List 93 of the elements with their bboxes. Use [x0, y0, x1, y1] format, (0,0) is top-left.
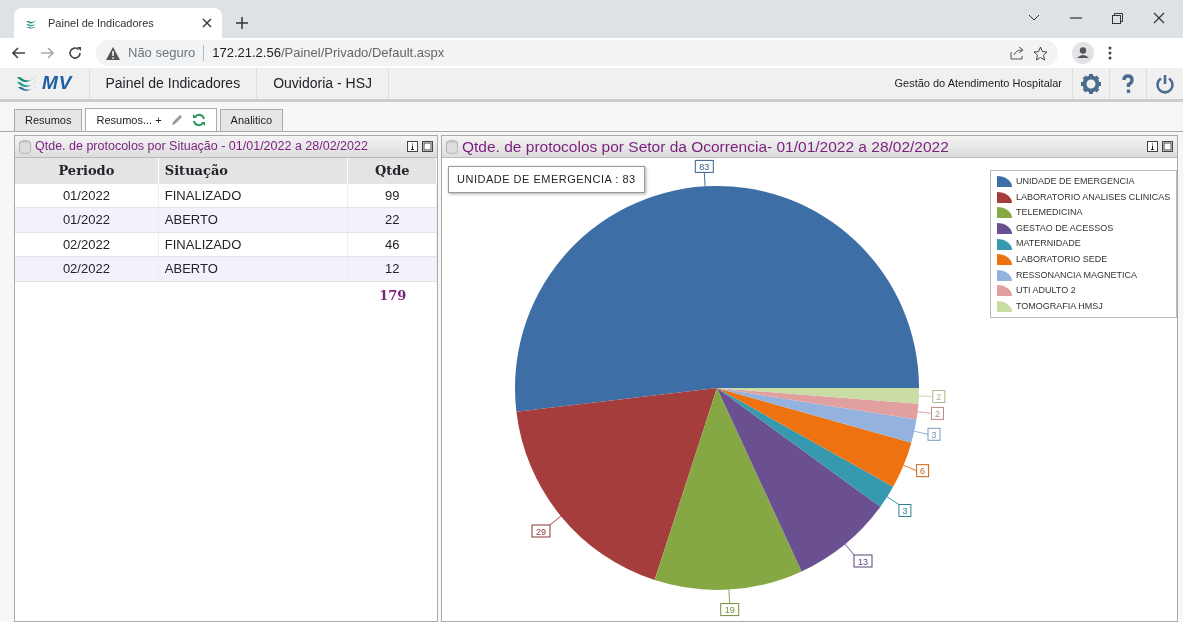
data-label: 3 — [931, 429, 937, 440]
table-cell: 02/2022 — [15, 256, 159, 281]
maximize-icon[interactable] — [1162, 141, 1173, 152]
new-tab-icon[interactable] — [236, 17, 248, 29]
close-icon[interactable] — [1153, 12, 1165, 24]
profile-icon[interactable] — [1072, 42, 1094, 64]
pie-slice[interactable] — [717, 388, 917, 443]
leader-line — [844, 543, 855, 556]
table-cell: FINALIZADO — [158, 183, 348, 208]
pie-slice[interactable] — [717, 388, 881, 572]
restore-icon[interactable] — [1112, 12, 1123, 24]
tab[interactable]: Resumos... + — [85, 108, 217, 131]
settings-icon[interactable] — [1081, 73, 1101, 94]
data-label: 29 — [535, 526, 547, 537]
table-cell: 02/2022 — [15, 232, 159, 257]
maximize-icon[interactable] — [422, 141, 433, 152]
pie-slice[interactable] — [717, 388, 919, 420]
app-title: Painel de Indicadores — [105, 74, 241, 93]
legend-label: RESSONANCIA MAGNETICA — [1016, 268, 1138, 282]
pie-slice[interactable] — [654, 388, 802, 590]
logo-text: MV — [42, 71, 73, 96]
star-icon[interactable] — [1033, 45, 1048, 61]
data-label: 3 — [927, 427, 941, 441]
info-icon[interactable] — [1147, 141, 1158, 152]
leader-line — [903, 464, 918, 472]
leader-line — [917, 411, 932, 414]
data-label: 2 — [932, 390, 946, 403]
legend-label: TOMOGRAFIA HMSJ — [1016, 299, 1103, 313]
leader-line — [703, 171, 706, 187]
table-cell: 01/2022 — [15, 183, 159, 208]
tab[interactable]: Resumos — [14, 109, 83, 131]
pie-slice[interactable] — [717, 388, 894, 507]
refresh-icon[interactable] — [191, 113, 206, 127]
share-icon[interactable] — [1010, 46, 1025, 60]
system-name: Gestão do Atendimento Hospitalar — [894, 76, 1062, 92]
leader-line — [913, 430, 929, 435]
table-cell: FINALIZADO — [158, 232, 348, 257]
pie-slice[interactable] — [516, 388, 717, 581]
legend-label: LABORATORIO ANALISES CLINICAS — [1016, 190, 1171, 204]
url-text: 172.21.2.56/Painel/Privado/Default.aspx — [212, 44, 445, 63]
legend-label: TELEMEDICINA — [1016, 206, 1083, 220]
info-icon[interactable] — [407, 141, 418, 152]
leader-line — [728, 589, 731, 605]
column-header: Situação — [158, 158, 348, 184]
data-label: 3 — [898, 504, 912, 517]
table-cell: 01/2022 — [15, 207, 159, 232]
chevron-down-icon[interactable] — [1028, 14, 1040, 22]
data-label: 13 — [853, 554, 873, 568]
chart-title: Qtde. de protocolos por Setor da Ocorrencia- 01/01/2022 a 28/02/2022 — [462, 136, 950, 157]
power-icon[interactable] — [1155, 73, 1175, 94]
table-cell: 46 — [347, 232, 437, 257]
leader-line — [549, 515, 562, 526]
data-label: 83 — [694, 159, 714, 173]
tooltip: UNIDADE DE EMERGENCIA : 83 — [448, 166, 645, 193]
leader-line — [886, 496, 900, 505]
column-header: Qtde — [347, 158, 437, 184]
data-label: 6 — [916, 464, 930, 478]
leader-line — [918, 395, 934, 397]
pie-slice[interactable] — [717, 388, 912, 487]
data-label: 29 — [531, 524, 551, 538]
data-label: 6 — [920, 466, 926, 477]
database-icon — [446, 139, 458, 154]
data-label: 19 — [720, 603, 740, 617]
app-subtitle: Ouvidoria - HSJ — [273, 74, 372, 93]
tab[interactable]: Analitico — [219, 109, 284, 131]
address-bar[interactable]: Não seguro 172.21.2.56/Painel/Privado/Default.aspx — [96, 40, 1058, 66]
pie-slice[interactable] — [515, 186, 919, 412]
table-cell: ABERTO — [158, 256, 348, 281]
more-icon[interactable] — [1108, 46, 1112, 60]
data-label: 2 — [931, 406, 944, 420]
warning-icon — [106, 46, 120, 60]
data-label: 2 — [936, 392, 942, 402]
table-cell: ABERTO — [158, 207, 348, 232]
browser-tab[interactable]: Painel de Indicadores — [14, 8, 222, 38]
legend-label: LABORATORIO SEDE — [1016, 253, 1108, 266]
data-label: 83 — [699, 161, 710, 172]
pencil-icon[interactable] — [169, 113, 184, 127]
data-label: 19 — [724, 605, 735, 616]
table-cell: 99 — [347, 183, 437, 208]
legend-label: MATERNIDADE — [1016, 237, 1081, 251]
close-icon[interactable] — [202, 18, 212, 28]
back-icon[interactable] — [12, 47, 26, 59]
security-label: Não seguro — [128, 44, 196, 63]
legend-label: UTI ADULTO 2 — [1016, 284, 1076, 298]
database-icon — [19, 139, 31, 154]
data-label: 3 — [902, 506, 908, 516]
panel-title: Qtde. de protocolos por Situação - 01/01/2022 a 28/02/2022 — [35, 138, 369, 156]
reload-icon[interactable] — [68, 46, 82, 60]
column-header: Periodo — [15, 158, 159, 184]
total-value: 179 — [378, 286, 408, 305]
legend-label: UNIDADE DE EMERGENCIA — [1016, 175, 1135, 189]
data-label: 13 — [857, 556, 869, 567]
legend-label: GESTAO DE ACESSOS — [1016, 221, 1114, 235]
